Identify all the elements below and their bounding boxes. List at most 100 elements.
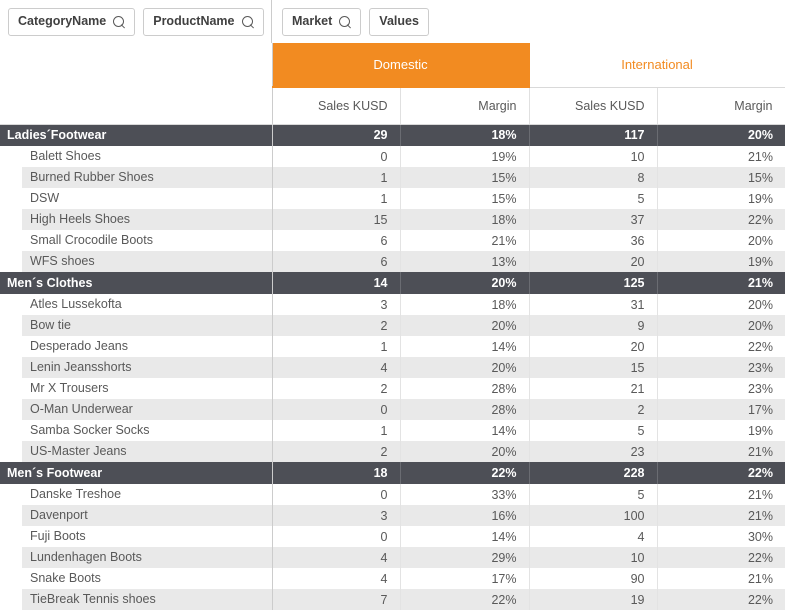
table-row[interactable]: Desperado Jeans 1 14% 20 22% [0,336,785,357]
row-label-cell[interactable]: Desperado Jeans [0,336,273,357]
group-name[interactable]: Men´s Clothes [0,272,273,294]
row-label-cell[interactable]: Balett Shoes [0,146,273,167]
row-value: 22% [657,209,785,230]
row-label-cell[interactable]: Snake Boots [0,568,273,589]
row-value: 23% [657,357,785,378]
filter-button-values[interactable]: Values [369,7,429,36]
table-row[interactable]: Balett Shoes 0 19% 10 21% [0,146,785,167]
row-label-cell[interactable]: Danske Treshoe [0,484,273,505]
row-label-cell[interactable]: Small Crocodile Boots [0,230,273,251]
row-value: 37 [529,209,658,230]
column-header-international-sales[interactable]: Sales KUSD [529,87,658,125]
table-row[interactable]: Samba Socker Socks 1 14% 5 19% [0,420,785,441]
search-icon[interactable] [241,15,254,28]
table-row[interactable]: Fuji Boots 0 14% 4 30% [0,526,785,547]
table-row[interactable]: Snake Boots 4 17% 90 21% [0,568,785,589]
row-label-cell[interactable]: High Heels Shoes [0,209,273,230]
column-header-market-domestic[interactable]: Domestic [272,43,530,88]
table-row[interactable]: O-Man Underwear 0 28% 2 17% [0,399,785,420]
filter-button-categoryname[interactable]: CategoryName [8,7,136,36]
row-value: 31 [529,294,658,315]
row-value: 1 [272,336,401,357]
row-value: 20 [529,336,658,357]
row-value: 22% [657,547,785,568]
row-label-cell[interactable]: Bow tie [0,315,273,336]
table-row[interactable]: High Heels Shoes 15 18% 37 22% [0,209,785,230]
row-label: Balett Shoes [22,146,272,167]
row-value: 20% [400,315,530,336]
column-header-domestic-sales[interactable]: Sales KUSD [272,86,401,125]
row-value: 1 [272,167,401,188]
row-label-cell[interactable]: Burned Rubber Shoes [0,167,273,188]
row-value: 0 [272,484,401,505]
group-total-value: 125 [529,272,658,294]
row-value: 2 [529,399,658,420]
table-row[interactable]: Small Crocodile Boots 6 21% 36 20% [0,230,785,251]
table-row[interactable]: Lundenhagen Boots 4 29% 10 22% [0,547,785,568]
column-header-international-margin[interactable]: Margin [657,87,785,125]
search-icon[interactable] [113,15,125,28]
table-row[interactable]: Atles Lussekofta 3 18% 31 20% [0,294,785,315]
row-value: 20% [400,357,530,378]
row-value: 18% [400,294,530,315]
row-value: 19% [657,251,785,272]
dimension-filter-group: CategoryName ProductName [0,0,272,43]
table-row[interactable]: Danske Treshoe 0 33% 5 21% [0,484,785,505]
group-total-row[interactable]: Ladies´Footwear 29 18% 117 20% [0,124,785,146]
row-label-cell[interactable]: Lenin Jeansshorts [0,357,273,378]
table-row[interactable]: Mr X Trousers 2 28% 21 23% [0,378,785,399]
row-value: 20% [657,315,785,336]
row-value: 28% [400,378,530,399]
row-label: Burned Rubber Shoes [22,167,272,188]
filter-button-market[interactable]: Market [282,7,362,36]
row-label-cell[interactable]: Samba Socker Socks [0,420,273,441]
row-value: 17% [657,399,785,420]
row-value: 21 [529,378,658,399]
pivot-table-scroll-area[interactable]: Domestic International Sales KUSD Margin… [0,43,785,611]
row-value: 5 [529,188,658,209]
group-total-row[interactable]: Men´s Footwear 18 22% 228 22% [0,462,785,484]
row-value: 28% [400,399,530,420]
row-label: TieBreak Tennis shoes [22,589,272,610]
row-value: 17% [400,568,530,589]
row-label-cell[interactable]: US-Master Jeans [0,441,273,462]
group-name[interactable]: Men´s Footwear [0,462,273,484]
row-value: 15 [529,357,658,378]
row-value: 3 [272,294,401,315]
table-row[interactable]: TieBreak Tennis shoes 7 22% 19 22% [0,589,785,610]
table-row[interactable]: WFS shoes 6 13% 20 19% [0,251,785,272]
table-row[interactable]: Burned Rubber Shoes 1 15% 8 15% [0,167,785,188]
row-value: 7 [272,589,401,610]
row-label-cell[interactable]: O-Man Underwear [0,399,273,420]
row-value: 8 [529,167,658,188]
row-value: 20 [529,251,658,272]
row-label-cell[interactable]: Mr X Trousers [0,378,273,399]
table-row[interactable]: Davenport 3 16% 100 21% [0,505,785,526]
row-value: 1 [272,420,401,441]
row-value: 10 [529,547,658,568]
group-total-row[interactable]: Men´s Clothes 14 20% 125 21% [0,272,785,294]
row-label-cell[interactable]: Lundenhagen Boots [0,547,273,568]
table-row[interactable]: DSW 1 15% 5 19% [0,188,785,209]
row-value: 13% [400,251,530,272]
table-row[interactable]: US-Master Jeans 2 20% 23 21% [0,441,785,462]
row-value: 23 [529,441,658,462]
group-total-value: 20% [657,124,785,146]
row-label-cell[interactable]: Atles Lussekofta [0,294,273,315]
row-label-cell[interactable]: DSW [0,188,273,209]
table-row[interactable]: Lenin Jeansshorts 4 20% 15 23% [0,357,785,378]
row-label: DSW [22,188,272,209]
row-label-cell[interactable]: Fuji Boots [0,526,273,547]
row-value: 5 [529,484,658,505]
search-icon[interactable] [339,15,351,28]
row-label-cell[interactable]: WFS shoes [0,251,273,272]
filter-button-productname[interactable]: ProductName [143,7,264,36]
column-header-domestic-margin[interactable]: Margin [400,86,530,125]
group-name[interactable]: Ladies´Footwear [0,124,273,146]
filter-label: Market [292,14,333,29]
table-row[interactable]: Bow tie 2 20% 9 20% [0,315,785,336]
row-label-cell[interactable]: Davenport [0,505,273,526]
row-value: 19% [657,188,785,209]
column-header-market-international[interactable]: International [529,43,785,88]
row-label-cell[interactable]: TieBreak Tennis shoes [0,589,273,610]
